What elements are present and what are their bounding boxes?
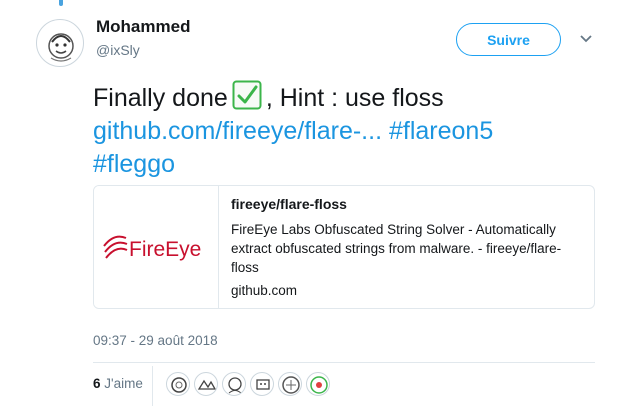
likes-divider bbox=[152, 366, 153, 406]
avatar-sketch-icon bbox=[48, 33, 74, 62]
author-display-name[interactable]: Mohammed bbox=[96, 17, 190, 37]
card-title: fireeye/flare-floss bbox=[231, 196, 347, 212]
avatar-sketch-icon bbox=[310, 376, 328, 394]
liker-avatar-6[interactable] bbox=[306, 372, 330, 396]
likes-number: 6 bbox=[93, 376, 101, 391]
tweet-text-part2: , Hint : use floss bbox=[265, 84, 444, 112]
tweet-text-part1: Finally done bbox=[93, 84, 228, 112]
white-heavy-check-mark-icon bbox=[232, 80, 262, 110]
tweet-link[interactable]: github.com/fireeye/flare-... bbox=[93, 117, 382, 145]
avatar-sketch-icon bbox=[228, 377, 242, 394]
fireeye-logo: FireEye bbox=[103, 235, 201, 261]
chevron-down-icon[interactable] bbox=[577, 30, 595, 48]
tweet-text: Finally done , Hint : use floss github.c… bbox=[93, 80, 593, 181]
card-description: FireEye Labs Obfuscated String Solver - … bbox=[231, 222, 562, 275]
hashtag-flareon5[interactable]: #flareon5 bbox=[389, 117, 493, 145]
avatar-sketch-icon bbox=[197, 379, 217, 390]
liker-avatar-2[interactable] bbox=[194, 372, 218, 396]
liker-avatar-4[interactable] bbox=[250, 372, 274, 396]
liker-avatar-3[interactable] bbox=[222, 372, 246, 396]
avatar-sketch-icon bbox=[282, 376, 300, 394]
author-handle[interactable]: @ixSly bbox=[96, 42, 140, 58]
liker-avatar-5[interactable] bbox=[278, 372, 302, 396]
fireeye-logo-text: FireEye bbox=[129, 238, 201, 261]
liker-avatar-1[interactable] bbox=[166, 372, 190, 396]
link-card[interactable]: FireEye fireeye/flare-floss FireEye Labs… bbox=[93, 185, 595, 309]
card-body: fireeye/flare-floss FireEye Labs Obfusca… bbox=[219, 186, 594, 308]
likes-label: J'aime bbox=[104, 376, 143, 391]
tweet-timestamp[interactable]: 09:37 - 29 août 2018 bbox=[93, 333, 218, 348]
follow-button[interactable]: Suivre bbox=[456, 23, 561, 56]
card-image: FireEye bbox=[94, 186, 219, 308]
hashtag-fleggo[interactable]: #fleggo bbox=[93, 150, 175, 178]
card-domain: github.com bbox=[231, 283, 298, 298]
avatar-sketch-icon bbox=[256, 379, 270, 390]
author-avatar[interactable] bbox=[36, 19, 84, 67]
likes-count[interactable]: 6 J'aime bbox=[93, 376, 143, 391]
divider bbox=[93, 362, 595, 363]
top-indicator bbox=[59, 0, 63, 6]
avatar-sketch-icon bbox=[171, 377, 187, 393]
